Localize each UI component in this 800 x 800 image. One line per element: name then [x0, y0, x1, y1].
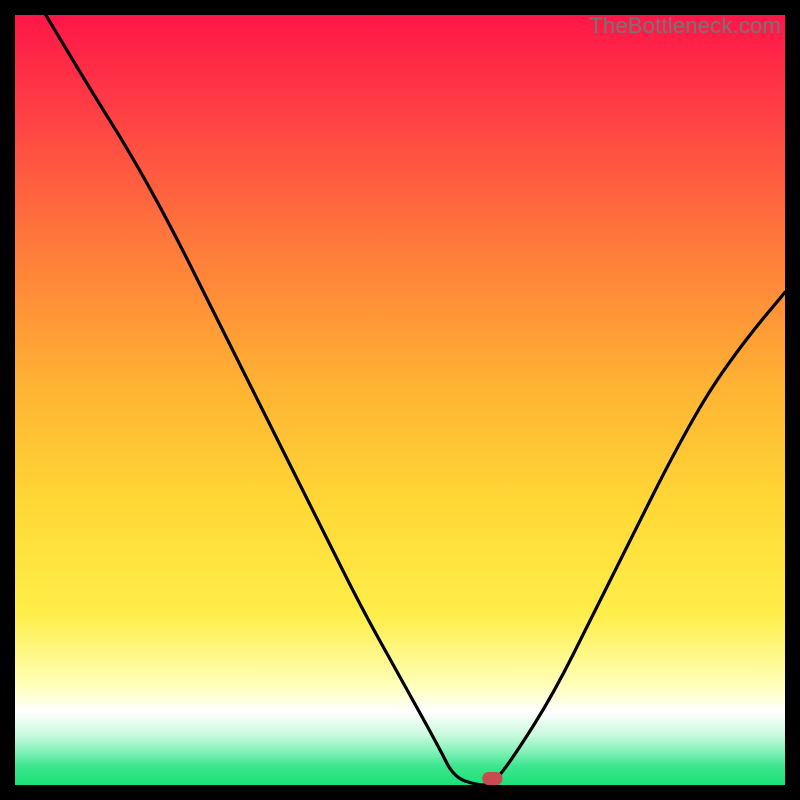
optimal-marker — [482, 772, 502, 785]
gradient-background — [15, 15, 785, 785]
chart-frame: TheBottleneck.com — [15, 15, 785, 785]
bottleneck-chart — [15, 15, 785, 785]
watermark-text: TheBottleneck.com — [589, 13, 781, 39]
